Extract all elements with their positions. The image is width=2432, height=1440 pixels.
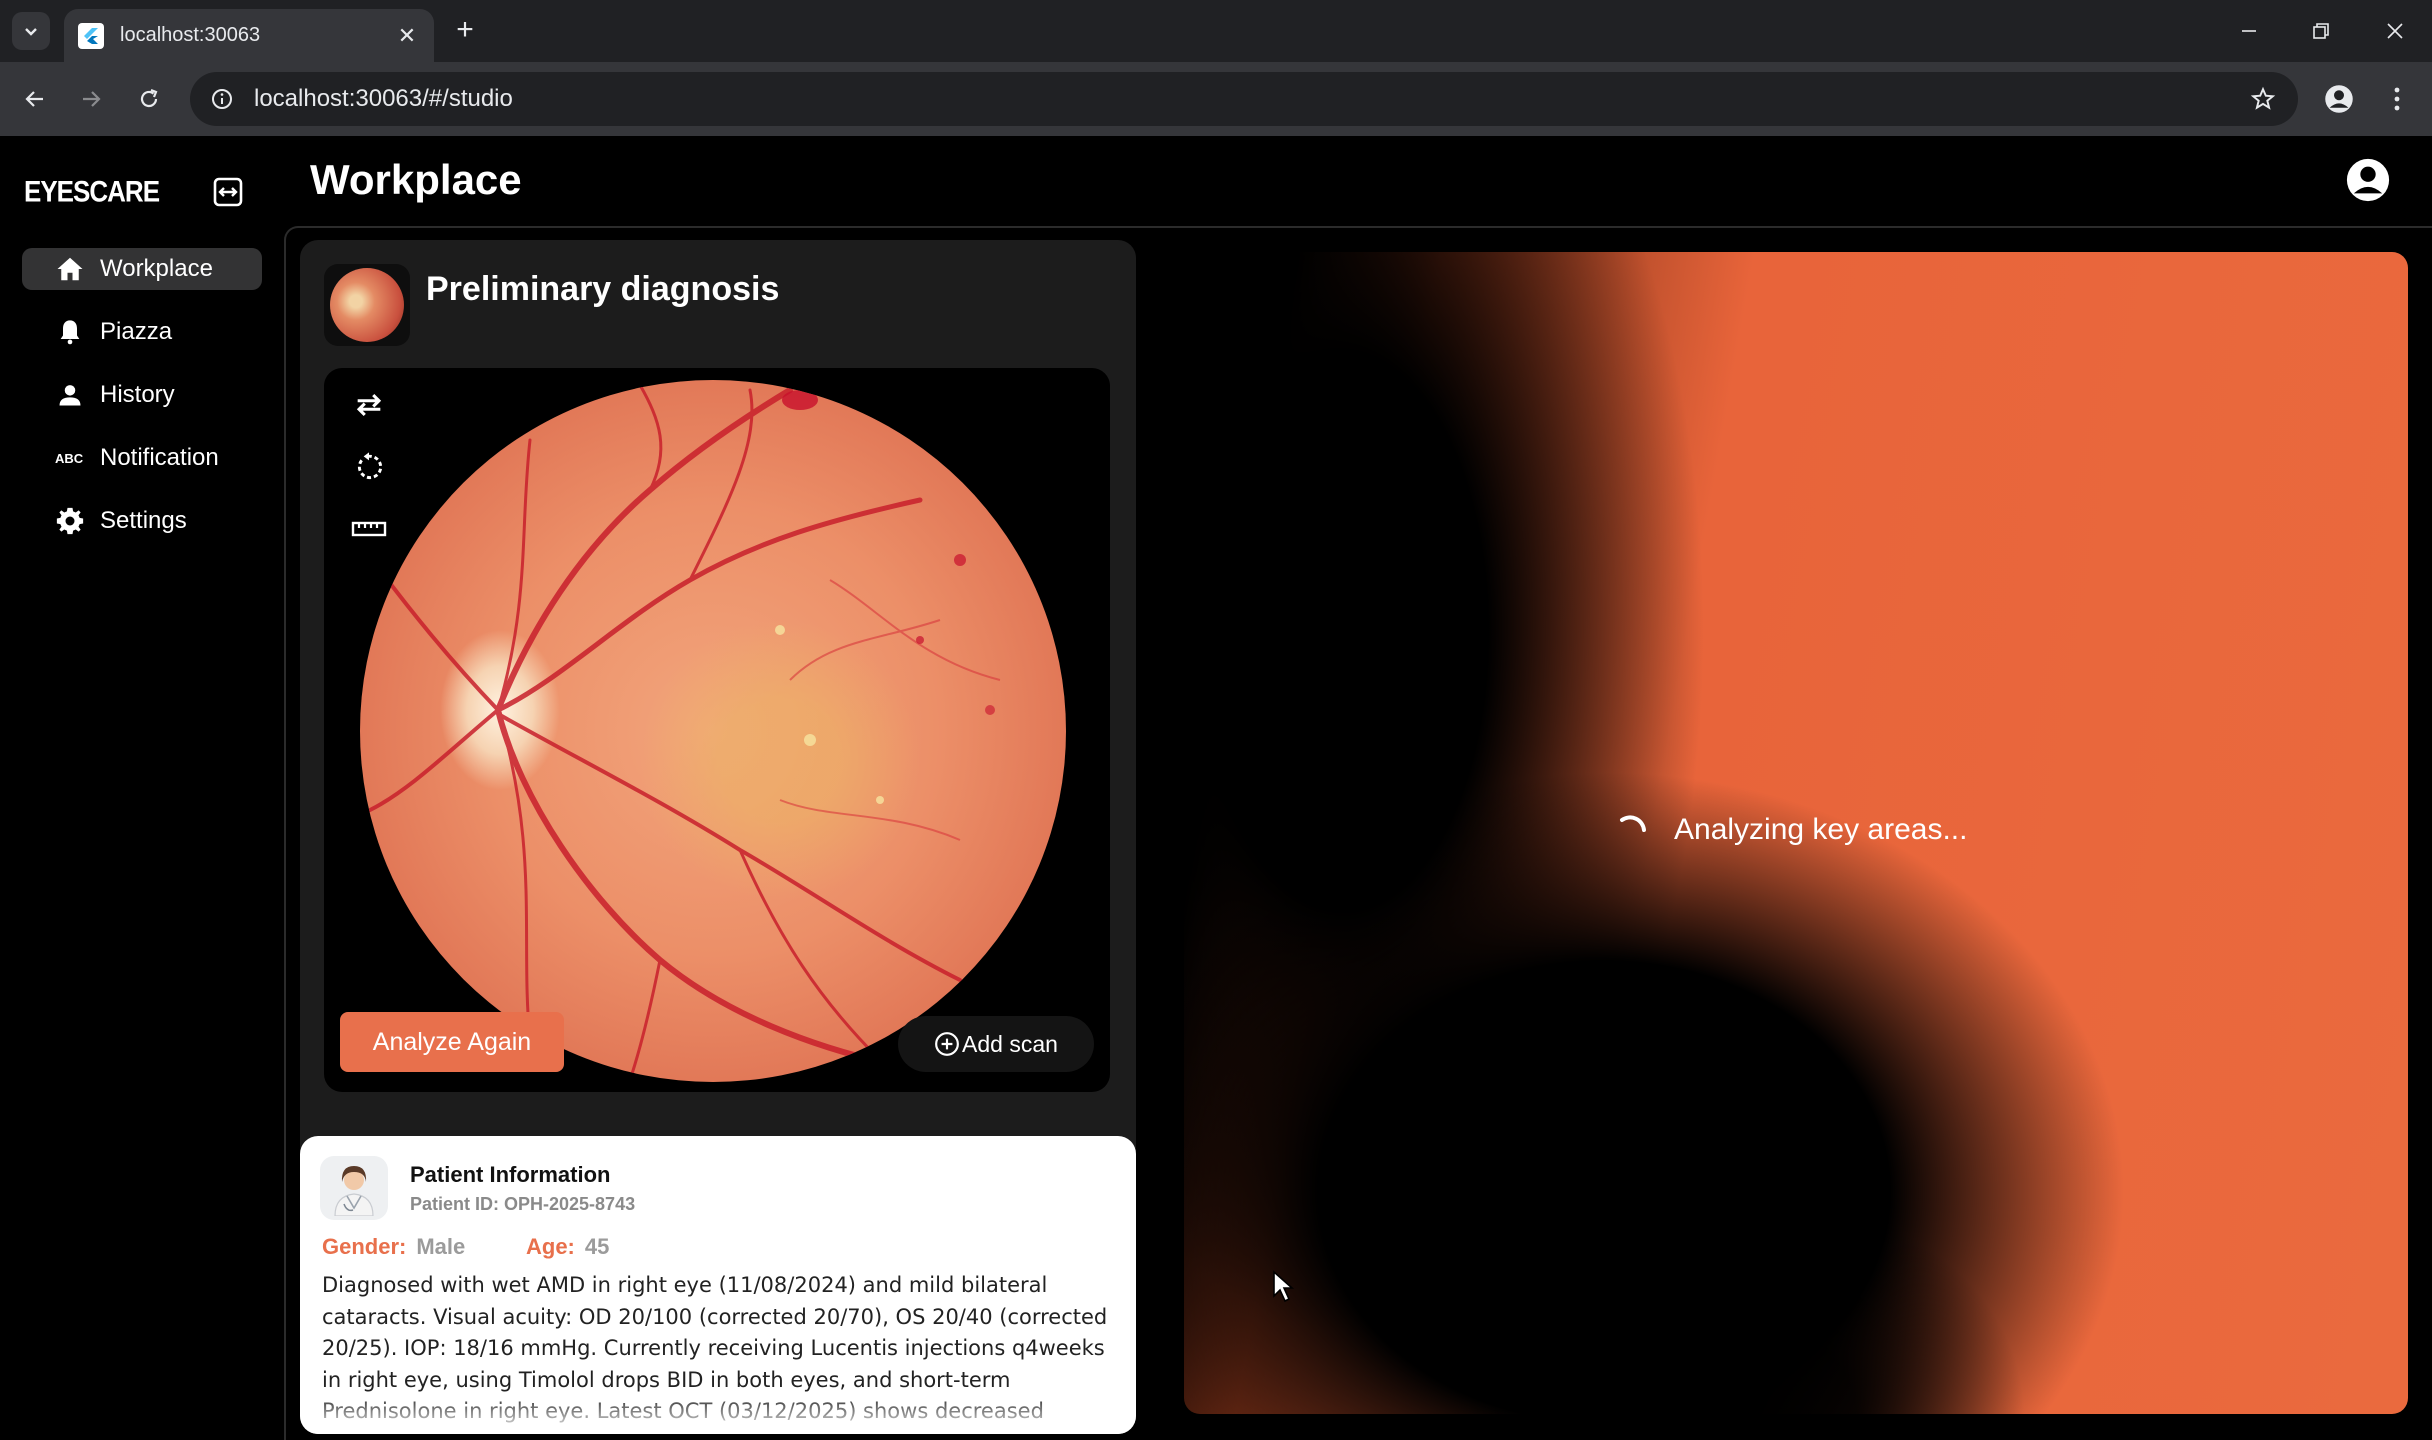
fundus-viewer[interactable]: Analyze Again Add scan [324,368,1110,1092]
scan-thumbnail[interactable] [324,264,410,346]
fundus-image [360,380,1066,1082]
sidebar-item-label: History [100,381,175,408]
account-circle-icon [2346,158,2390,202]
bell-icon [54,316,86,348]
age-value: 45 [584,1234,610,1259]
age-row: Age: 45 [526,1234,609,1260]
gender-row: Gender: Male [322,1234,465,1260]
sidebar-item-settings[interactable]: Settings [22,500,262,542]
back-icon[interactable] [16,80,54,118]
app-logo: EYESCARE [24,173,160,209]
tab-close-icon[interactable]: ✕ [394,23,420,49]
url-text: localhost:30063/#/studio [254,85,513,112]
page-title: Workplace [310,156,522,203]
flutter-favicon-icon [78,22,104,49]
forward-icon[interactable] [72,80,110,118]
add-scan-label: Add scan [962,1030,1058,1057]
minimize-icon[interactable] [2232,14,2266,48]
home-icon [54,253,86,285]
new-tab-button[interactable]: + [448,14,482,48]
analysis-status-text: Analyzing key areas... [1674,813,1968,846]
reload-icon[interactable] [130,80,168,118]
app-root: EYESCARE Workplace Workplace Piazza Hist… [0,136,2432,1440]
sidebar-item-notification[interactable]: ABC Notification [22,437,262,479]
sidebar-item-history[interactable]: History [22,374,262,416]
preliminary-diagnosis-card: Preliminary diagnosis Analyze Again Add … [300,240,1136,1252]
sidebar-nav: Workplace Piazza History ABC Notificatio… [22,248,262,563]
sidebar-item-label: Workplace [100,255,213,282]
account-button[interactable] [2344,156,2392,204]
browser-menu-icon[interactable] [2378,80,2416,118]
browser-tab[interactable]: localhost:30063 ✕ [64,9,434,62]
rotate-icon[interactable] [348,446,390,488]
sidebar-item-label: Piazza [100,318,173,345]
abc-icon: ABC [54,442,86,474]
mouse-cursor-icon [1273,1270,1295,1303]
tab-search-button[interactable] [12,12,50,50]
site-info-icon[interactable] [208,85,236,113]
address-bar[interactable]: localhost:30063/#/studio [190,72,2298,126]
chevron-down-icon [25,28,37,36]
collapse-sidebar-icon [213,177,243,207]
patient-info-title: Patient Information [410,1162,611,1187]
sidebar-item-workplace[interactable]: Workplace [22,248,262,290]
patient-info-card: Patient Information Patient ID: OPH-2025… [300,1136,1136,1434]
profile-icon[interactable] [2320,80,2358,118]
person-icon [54,379,86,411]
doctor-avatar [320,1156,388,1220]
ruler-icon[interactable] [348,508,390,550]
analysis-panel: Analyzing key areas... [1184,252,2408,1414]
tab-title: localhost:30063 [120,24,261,46]
swap-icon[interactable] [348,384,390,426]
bookmark-star-icon[interactable] [2248,84,2278,114]
analysis-status: Analyzing key areas... [1616,808,1967,852]
gender-value: Male [416,1234,466,1259]
add-circle-icon [934,1031,960,1057]
notes-fade [300,1394,1136,1434]
svg-text:ABC: ABC [55,451,84,466]
diagnosis-title: Preliminary diagnosis [426,270,780,308]
sidebar-toggle-button[interactable] [210,174,246,210]
sidebar-item-label: Settings [100,507,187,534]
loading-spinner-icon [1620,815,1646,832]
analyze-again-button[interactable]: Analyze Again [340,1012,564,1072]
browser-toolbar: localhost:30063/#/studio [0,62,2432,136]
sidebar-item-piazza[interactable]: Piazza [22,311,262,353]
add-scan-button[interactable]: Add scan [898,1016,1094,1072]
age-key: Age: [526,1234,575,1259]
restore-icon[interactable] [2304,14,2338,48]
patient-id: Patient ID: OPH-2025-8743 [410,1194,636,1214]
browser-tab-bar: localhost:30063 ✕ + [0,0,2432,62]
gender-key: Gender: [322,1234,407,1259]
sidebar-item-label: Notification [100,444,219,471]
gear-icon [54,505,86,537]
close-window-icon[interactable] [2378,14,2412,48]
